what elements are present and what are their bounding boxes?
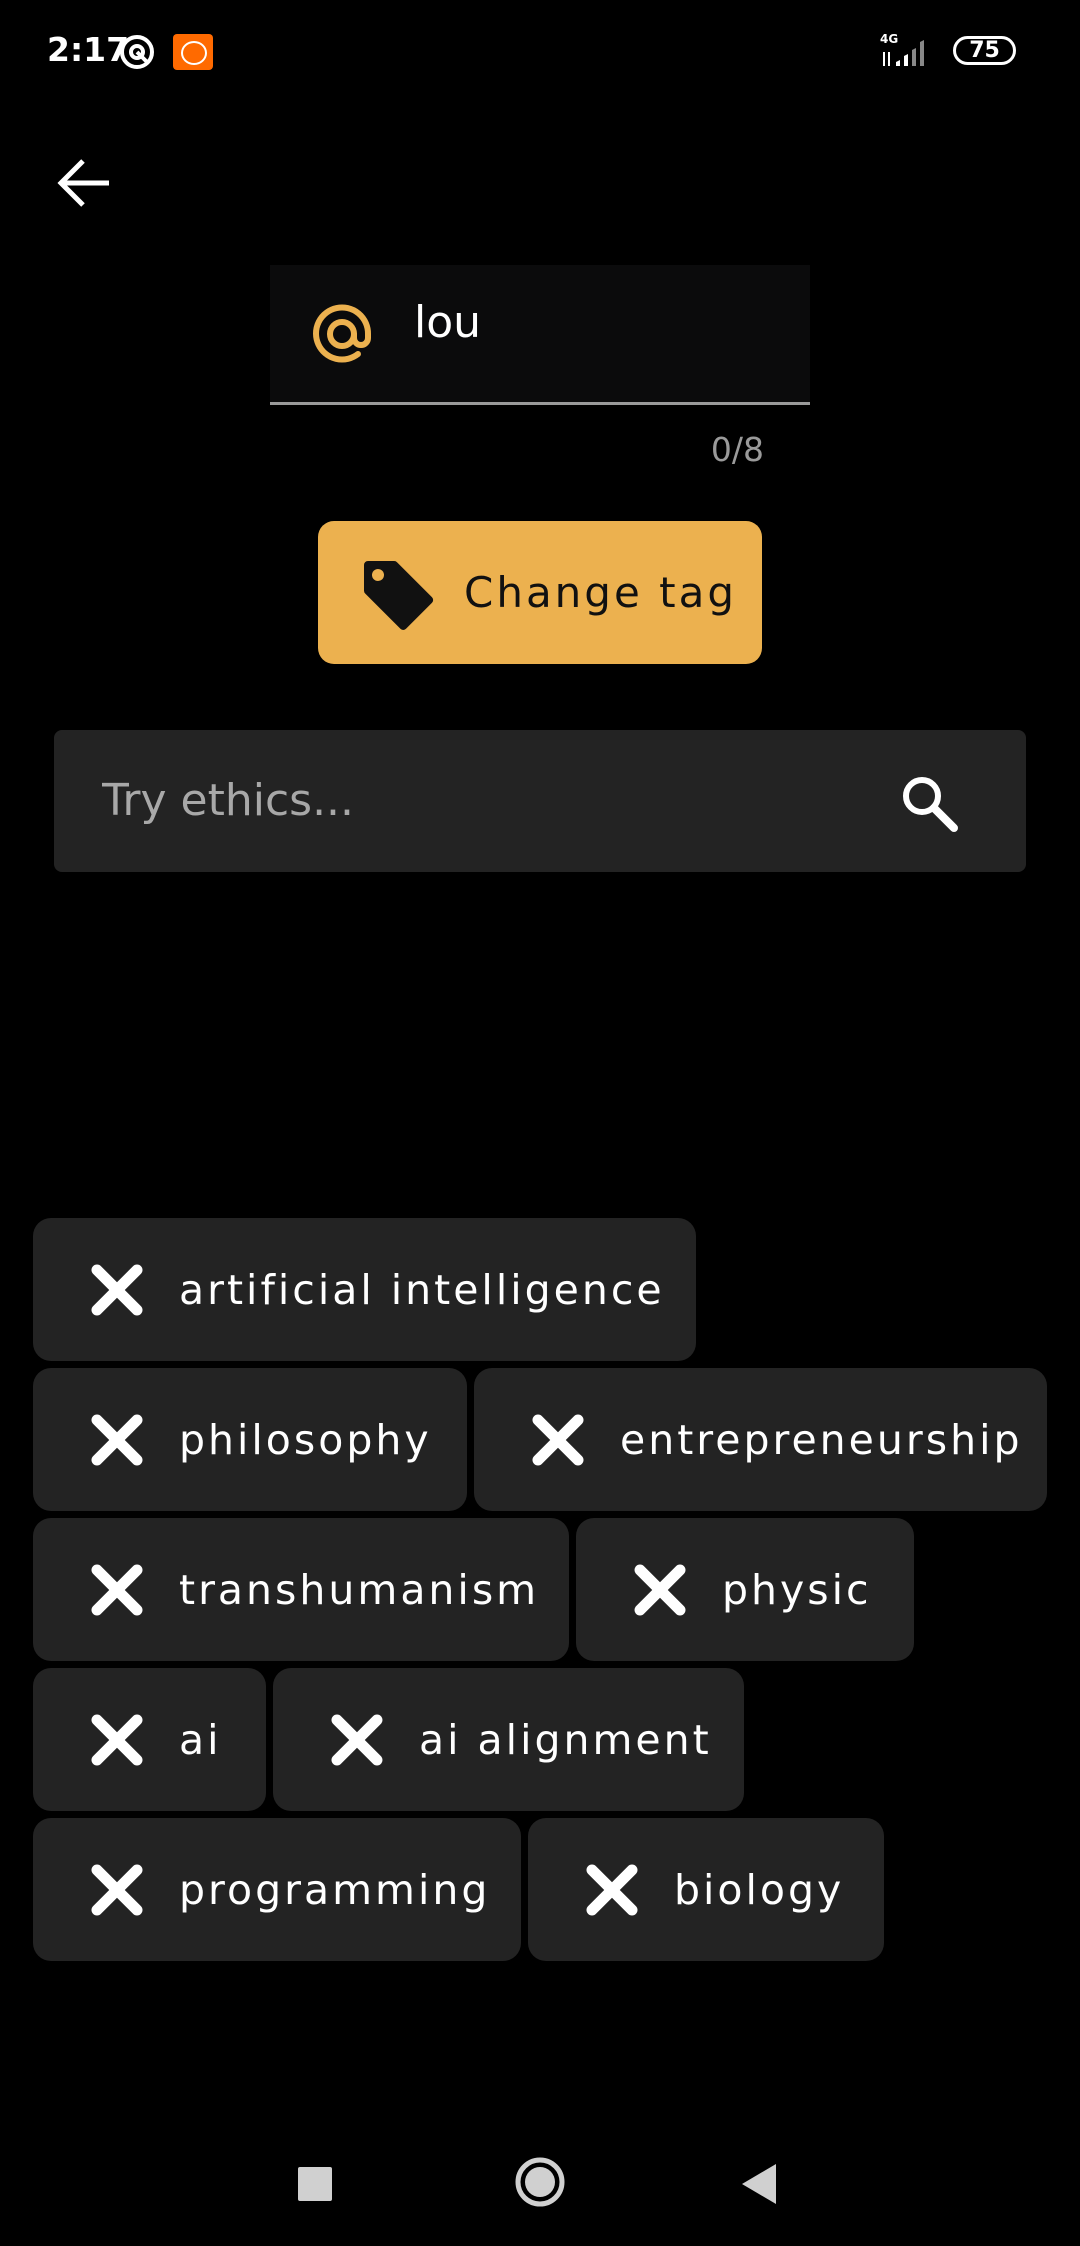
chip[interactable]: artificial intelligence xyxy=(33,1218,696,1361)
chip-label: entrepreneurship xyxy=(620,1415,1023,1464)
close-icon[interactable] xyxy=(89,1562,145,1618)
chip[interactable]: transhumanism xyxy=(33,1518,569,1661)
close-icon[interactable] xyxy=(89,1262,145,1318)
nav-back-button[interactable] xyxy=(740,2162,780,2206)
status-bar: 2:17 4G 75 xyxy=(0,0,1080,100)
chip-label: ai xyxy=(179,1715,222,1764)
search-box[interactable] xyxy=(54,730,1026,872)
chip-row: programming biology xyxy=(33,1818,1053,1961)
close-icon[interactable] xyxy=(89,1712,145,1768)
chip[interactable]: programming xyxy=(33,1818,521,1961)
home-button[interactable] xyxy=(514,2156,566,2208)
chip-row: philosophy entrepreneurship xyxy=(33,1368,1053,1511)
chip-row: artificial intelligence xyxy=(33,1218,1053,1361)
interest-chips: artificial intelligence philosophy entre… xyxy=(33,1218,1053,1968)
search-input[interactable] xyxy=(102,762,882,838)
chip-label: ai alignment xyxy=(419,1715,712,1764)
chip-label: programming xyxy=(179,1865,491,1914)
system-nav-bar xyxy=(0,2120,1080,2246)
chip-label: biology xyxy=(674,1865,845,1914)
chip-row: ai ai alignment xyxy=(33,1668,1053,1811)
tag-input-field[interactable]: lou xyxy=(270,265,810,405)
search-icon[interactable] xyxy=(896,770,964,838)
change-tag-button[interactable]: Change tag xyxy=(318,521,762,664)
chip[interactable]: biology xyxy=(528,1818,884,1961)
close-icon[interactable] xyxy=(89,1862,145,1918)
tag-icon xyxy=(364,560,434,630)
mi-app-icon xyxy=(173,34,213,70)
chip-label: physic xyxy=(722,1565,872,1614)
back-button[interactable] xyxy=(50,148,120,218)
chip[interactable]: ai alignment xyxy=(273,1668,744,1811)
at-sign-icon xyxy=(313,304,372,363)
signal-icon: 4G xyxy=(880,32,924,66)
status-time: 2:17 xyxy=(47,30,130,69)
close-icon[interactable] xyxy=(530,1412,586,1468)
chip[interactable]: philosophy xyxy=(33,1368,467,1511)
network-type: 4G xyxy=(880,32,898,46)
tag-input-value[interactable]: lou xyxy=(414,293,481,353)
close-icon[interactable] xyxy=(632,1562,688,1618)
recents-button[interactable] xyxy=(298,2167,332,2201)
arrow-left-icon xyxy=(57,159,109,207)
character-counter: 0/8 xyxy=(710,430,764,469)
battery-indicator: 75 xyxy=(953,36,1016,65)
close-icon[interactable] xyxy=(584,1862,640,1918)
chip[interactable]: physic xyxy=(576,1518,914,1661)
close-icon[interactable] xyxy=(329,1712,385,1768)
chip[interactable]: ai xyxy=(33,1668,266,1811)
chip-label: transhumanism xyxy=(179,1565,540,1614)
chip-label: philosophy xyxy=(179,1415,432,1464)
sync-icon xyxy=(120,35,154,69)
chip[interactable]: entrepreneurship xyxy=(474,1368,1047,1511)
change-tag-label: Change tag xyxy=(464,568,738,617)
chip-label: artificial intelligence xyxy=(179,1265,665,1314)
close-icon[interactable] xyxy=(89,1412,145,1468)
chip-row: transhumanism physic xyxy=(33,1518,1053,1661)
